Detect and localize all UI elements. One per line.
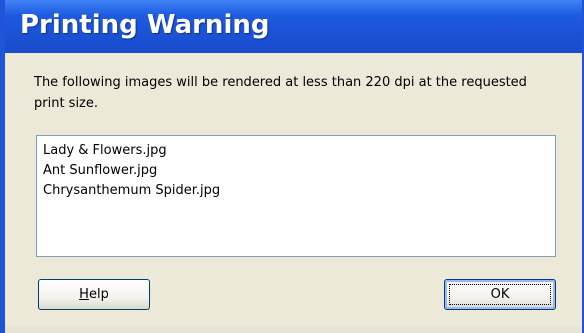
help-button[interactable]: Help [38,279,150,310]
focus-ring [449,284,551,305]
list-item[interactable]: Lady & Flowers.jpg [43,141,549,161]
ok-button[interactable]: OK [444,279,556,310]
help-button-label: elp [88,287,109,302]
dialog-bottom-edge [5,326,582,333]
list-item[interactable]: Chrysanthemum Spider.jpg [43,181,549,201]
dialog-title: Printing Warning [20,10,270,40]
help-button-accelerator: H [79,287,89,302]
warning-message: The following images will be rendered at… [34,75,527,111]
list-item[interactable]: Ant Sunflower.jpg [43,161,549,181]
low-resolution-file-list[interactable]: Lady & Flowers.jpg Ant Sunflower.jpg Chr… [36,135,556,257]
title-bar[interactable]: Printing Warning [5,0,582,53]
printing-warning-dialog: Printing Warning The following images wi… [0,0,584,333]
